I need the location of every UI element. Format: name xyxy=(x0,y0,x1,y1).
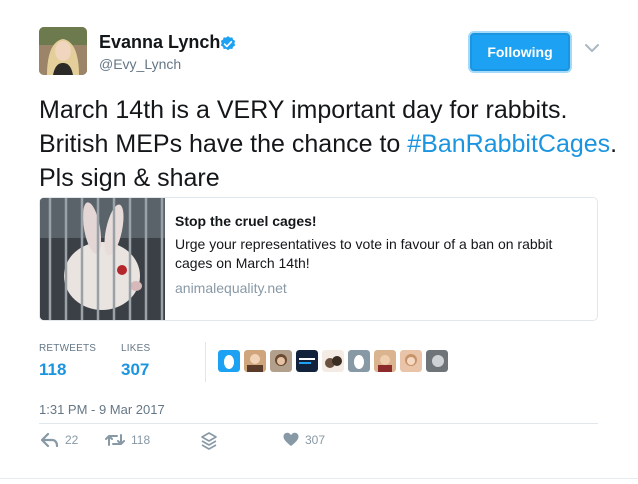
heart-icon xyxy=(283,432,299,446)
actions-divider xyxy=(39,423,598,424)
stack-button[interactable] xyxy=(201,432,217,450)
liker-avatar-icon[interactable] xyxy=(270,350,292,372)
caged-rabbit-photo-icon xyxy=(40,198,165,320)
liker-avatar-animal-equality-icon[interactable] xyxy=(296,350,318,372)
avatar-photo-icon xyxy=(39,27,87,75)
card-image[interactable] xyxy=(40,198,165,320)
chevron-down-icon[interactable] xyxy=(584,42,600,54)
card-description: Urge your representatives to vote in fav… xyxy=(175,236,553,271)
card-title[interactable]: Stop the cruel cages! xyxy=(175,212,585,230)
liker-avatar-icon[interactable] xyxy=(374,350,396,372)
card-body: Stop the cruel cages! Urge your represen… xyxy=(175,212,585,296)
reply-count: 22 xyxy=(65,433,79,447)
verified-badge-icon xyxy=(220,36,236,51)
liker-avatar-icon[interactable] xyxy=(400,350,422,372)
avatar[interactable] xyxy=(39,27,87,75)
retweets-count: 118 xyxy=(39,360,67,379)
likes-stat[interactable]: LIKES 307 xyxy=(121,343,150,380)
tweet-container: Evanna Lynch @Evy_Lynch Following March … xyxy=(0,0,638,484)
likes-count: 307 xyxy=(121,360,150,379)
card-domain[interactable]: animalequality.net xyxy=(175,280,585,296)
tweet-actions: 22 118 307 xyxy=(39,432,598,454)
reply-button[interactable]: 22 xyxy=(41,432,78,448)
liker-avatar-icon[interactable] xyxy=(322,350,344,372)
likes-label: LIKES xyxy=(121,343,151,354)
display-name[interactable]: Evanna Lynch xyxy=(99,32,220,53)
liker-avatar-egg-icon[interactable] xyxy=(348,350,370,372)
following-button[interactable]: Following xyxy=(470,33,570,71)
retweet-icon xyxy=(105,434,125,446)
stats-divider xyxy=(205,342,206,382)
link-card[interactable]: Stop the cruel cages! Urge your represen… xyxy=(39,197,598,321)
tweet-timestamp[interactable]: 1:31 PM - 9 Mar 2017 xyxy=(39,402,165,417)
retweet-button[interactable]: 118 xyxy=(105,432,150,448)
retweets-stat[interactable]: RETWEETS 118 xyxy=(39,343,96,380)
retweet-count: 118 xyxy=(131,433,151,447)
liker-avatar-egg-icon[interactable] xyxy=(218,350,240,372)
tweet-text: March 14th is a VERY important day for r… xyxy=(39,93,629,195)
retweets-label: RETWEETS xyxy=(39,343,97,354)
like-count: 307 xyxy=(305,432,326,447)
liker-avatars xyxy=(218,350,448,372)
stack-icon xyxy=(201,432,217,450)
reply-icon xyxy=(41,432,59,448)
bottom-border xyxy=(0,478,638,479)
like-button[interactable]: 307 xyxy=(283,432,325,447)
user-handle[interactable]: @Evy_Lynch xyxy=(99,56,181,72)
liker-avatar-icon[interactable] xyxy=(426,350,448,372)
hashtag-link[interactable]: #BanRabbitCages xyxy=(407,130,610,158)
liker-avatar-icon[interactable] xyxy=(244,350,266,372)
